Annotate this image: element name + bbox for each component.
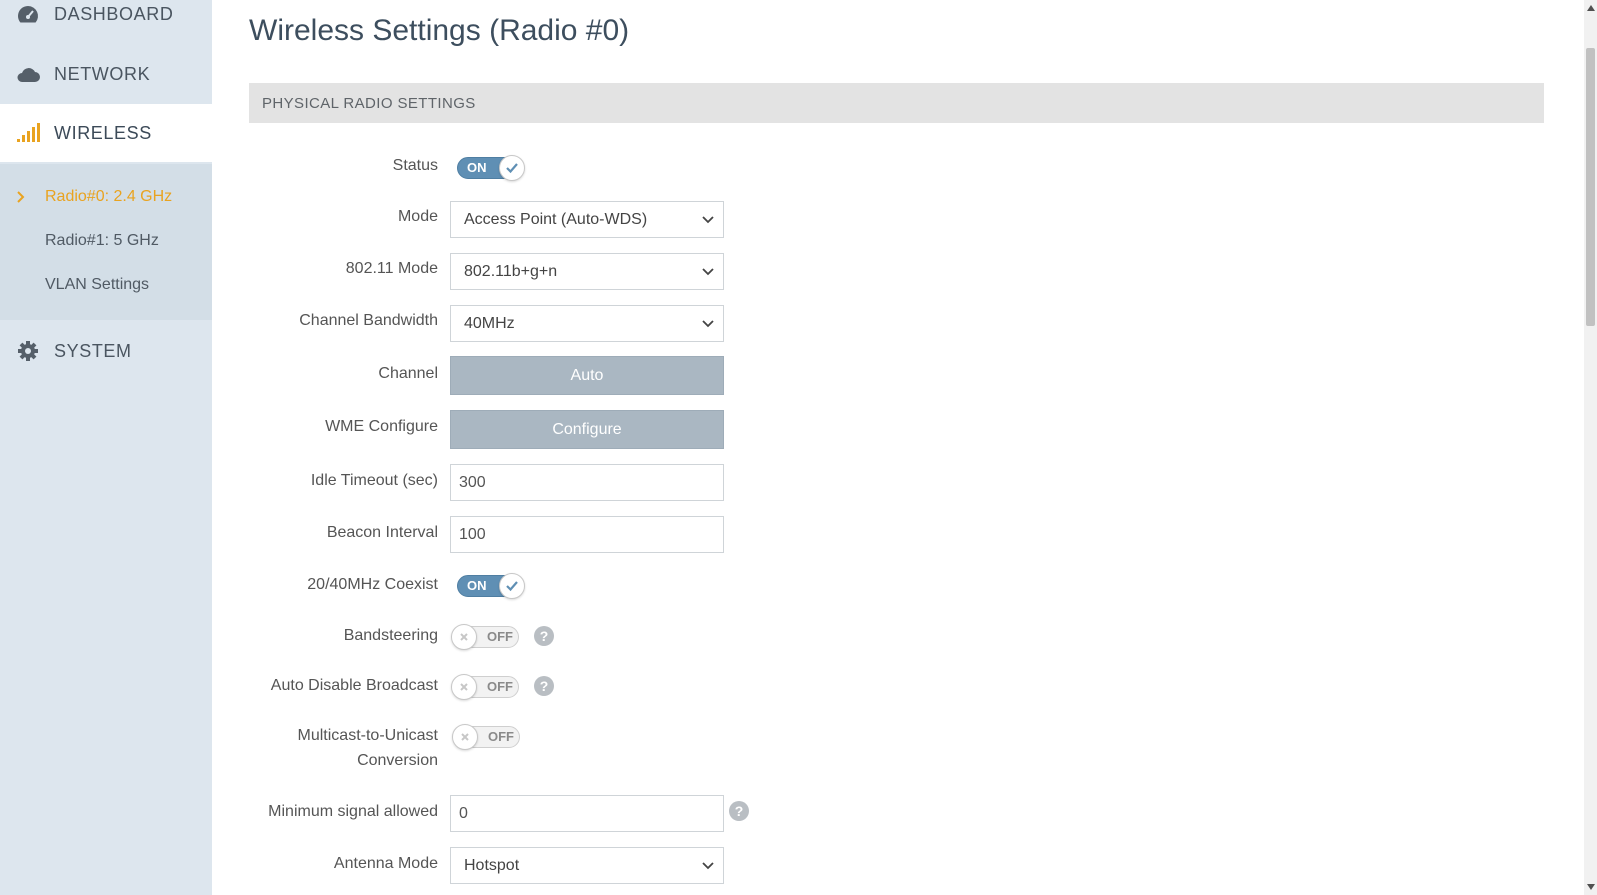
bandsteering-help-icon[interactable]: ? <box>534 626 554 646</box>
auto-disable-broadcast-help-icon[interactable]: ? <box>534 676 554 696</box>
min-signal-help-icon[interactable]: ? <box>729 801 749 821</box>
scroll-up-arrow-icon[interactable] <box>1584 2 1597 14</box>
auto-disable-broadcast-label: Auto Disable Broadcast <box>270 677 438 694</box>
idle-timeout-label: Idle Timeout (sec) <box>310 472 438 489</box>
bandsteering-label: Bandsteering <box>343 627 438 644</box>
min-signal-value: 0 <box>459 805 468 822</box>
multicast-label-line1: Multicast-to-Unicast <box>297 727 438 744</box>
antenna-mode-select[interactable]: Hotspot <box>450 847 724 884</box>
channel-auto-button[interactable]: Auto <box>450 356 724 395</box>
x-icon <box>451 674 477 700</box>
nav-dashboard[interactable]: DASHBOARD <box>0 0 212 43</box>
toggle-state-text: ON <box>467 578 487 593</box>
mode-select[interactable]: Access Point (Auto-WDS) <box>450 201 724 238</box>
chevron-right-icon <box>16 190 26 209</box>
multicast-to-unicast-toggle[interactable]: OFF <box>452 724 524 750</box>
mode-label: Mode <box>397 208 438 225</box>
dot11-mode-value: 802.11b+g+n <box>464 263 558 280</box>
nav-wireless-label: WIRELESS <box>54 122 152 143</box>
chevron-down-icon <box>702 216 714 224</box>
nav-network[interactable]: NETWORK <box>0 45 212 103</box>
antenna-mode-value: Hotspot <box>464 857 520 874</box>
idle-timeout-input[interactable]: 300 <box>450 464 724 501</box>
checkmark-icon <box>499 573 525 599</box>
channel-bandwidth-value: 40MHz <box>464 315 515 332</box>
min-signal-label: Minimum signal allowed <box>268 803 438 820</box>
channel-label: Channel <box>378 365 438 382</box>
nav-system-label: SYSTEM <box>54 340 132 361</box>
coexist-label: 20/40MHz Coexist <box>307 576 438 593</box>
sub-radio1[interactable]: Radio#1: 5 GHz <box>45 232 159 250</box>
nav-wireless[interactable]: WIRELESS <box>0 104 212 162</box>
section-header-label: PHYSICAL RADIO SETTINGS <box>262 95 476 112</box>
status-toggle[interactable]: ON <box>455 155 527 181</box>
scroll-down-arrow-icon[interactable] <box>1584 881 1597 893</box>
toggle-state-text: OFF <box>488 729 514 744</box>
beacon-interval-input[interactable]: 100 <box>450 516 724 553</box>
chevron-down-icon <box>702 268 714 276</box>
wme-configure-button[interactable]: Configure <box>450 410 724 449</box>
wme-configure-label: WME Configure <box>325 418 438 435</box>
mode-select-value: Access Point (Auto-WDS) <box>464 211 648 228</box>
nav-system[interactable]: SYSTEM <box>0 322 212 380</box>
cloud-icon <box>15 61 41 87</box>
channel-bandwidth-select[interactable]: 40MHz <box>450 305 724 342</box>
x-icon <box>452 724 478 750</box>
chevron-down-icon <box>702 320 714 328</box>
nav-dashboard-label: DASHBOARD <box>54 3 174 24</box>
min-signal-input[interactable]: 0 <box>450 795 724 832</box>
nav-network-label: NETWORK <box>54 63 151 84</box>
section-header: PHYSICAL RADIO SETTINGS <box>249 83 1544 123</box>
checkmark-icon <box>499 155 525 181</box>
dashboard-gauge-icon <box>15 1 41 27</box>
beacon-interval-label: Beacon Interval <box>326 524 438 541</box>
beacon-interval-value: 100 <box>459 526 486 543</box>
channel-bandwidth-label: Channel Bandwidth <box>299 312 438 329</box>
bandsteering-toggle[interactable]: OFF <box>451 624 523 650</box>
sub-radio0[interactable]: Radio#0: 2.4 GHz <box>45 188 172 206</box>
toggle-state-text: OFF <box>487 629 513 644</box>
signal-bars-icon <box>15 120 41 146</box>
status-label: Status <box>392 157 438 174</box>
toggle-state-text: OFF <box>487 679 513 694</box>
auto-disable-broadcast-toggle[interactable]: OFF <box>451 674 523 700</box>
sub-vlan-settings[interactable]: VLAN Settings <box>45 276 149 294</box>
gear-icon <box>15 338 41 364</box>
coexist-toggle[interactable]: ON <box>455 573 527 599</box>
multicast-label-line2: Conversion <box>357 752 438 769</box>
wireless-submenu: Radio#0: 2.4 GHz Radio#1: 5 GHz VLAN Set… <box>0 164 212 320</box>
idle-timeout-value: 300 <box>459 474 486 491</box>
sidebar: DASHBOARD NETWORK WIRELESS Radio#0: 2.4 … <box>0 0 212 895</box>
x-icon <box>451 624 477 650</box>
chevron-down-icon <box>702 862 714 870</box>
scrollbar-thumb[interactable] <box>1586 48 1595 326</box>
page-title: Wireless Settings (Radio #0) <box>249 14 630 47</box>
antenna-mode-label: Antenna Mode <box>333 855 438 872</box>
dot11-mode-label: 802.11 Mode <box>345 260 438 277</box>
toggle-state-text: ON <box>467 160 487 175</box>
dot11-mode-select[interactable]: 802.11b+g+n <box>450 253 724 290</box>
